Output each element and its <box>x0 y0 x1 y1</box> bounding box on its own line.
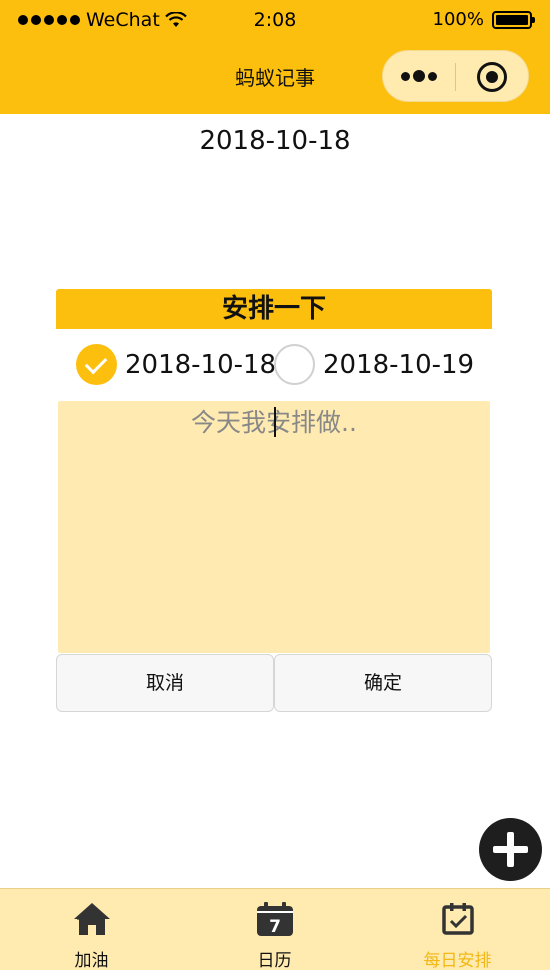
schedule-textarea[interactable]: 今天我安排做.. <box>58 401 490 653</box>
tab-daily-schedule-label: 每日安排 <box>423 951 492 970</box>
status-bar: WeChat 2:08 100% <box>0 0 550 42</box>
tab-bar: 加油 7 日历 每日安排 <box>0 888 550 970</box>
date-radio-group: 2018-10-18 2018-10-19 <box>76 344 496 386</box>
confirm-button[interactable]: 确定 <box>274 654 492 712</box>
close-mini-program-button[interactable] <box>477 62 507 92</box>
radio-option-today[interactable]: 2018-10-18 <box>76 344 276 385</box>
navigation-bar: 蚂蚁记事 <box>0 42 550 114</box>
tab-home[interactable]: 加油 <box>0 889 183 970</box>
cancel-button[interactable]: 取消 <box>56 654 274 712</box>
mini-program-capsule <box>382 50 529 102</box>
battery-icon <box>492 10 535 29</box>
tab-calendar[interactable]: 7 日历 <box>183 889 366 970</box>
calendar-check-icon <box>442 903 474 935</box>
tab-calendar-label: 日历 <box>257 951 292 970</box>
tab-home-label: 加油 <box>74 951 109 970</box>
radio-option-tomorrow[interactable]: 2018-10-19 <box>274 344 474 385</box>
calendar-day: 7 <box>269 917 281 937</box>
battery-info: 100% <box>432 9 535 30</box>
calendar-icon: 7 <box>257 902 293 937</box>
radio-label-today: 2018-10-18 <box>125 349 277 380</box>
battery-percent: 100% <box>432 9 484 30</box>
dialog-title: 安排一下 <box>56 289 492 329</box>
home-icon <box>74 903 110 935</box>
add-icon[interactable] <box>479 818 542 881</box>
radio-label-tomorrow: 2018-10-19 <box>323 349 475 380</box>
capsule-divider <box>455 63 456 91</box>
radio-unchecked-icon[interactable] <box>274 344 315 385</box>
page-date: 2018-10-18 <box>199 126 351 156</box>
more-options-button[interactable] <box>401 66 441 86</box>
tab-daily-schedule[interactable]: 每日安排 <box>366 889 549 970</box>
radio-checked-icon[interactable] <box>76 344 117 385</box>
text-caret <box>274 407 276 437</box>
